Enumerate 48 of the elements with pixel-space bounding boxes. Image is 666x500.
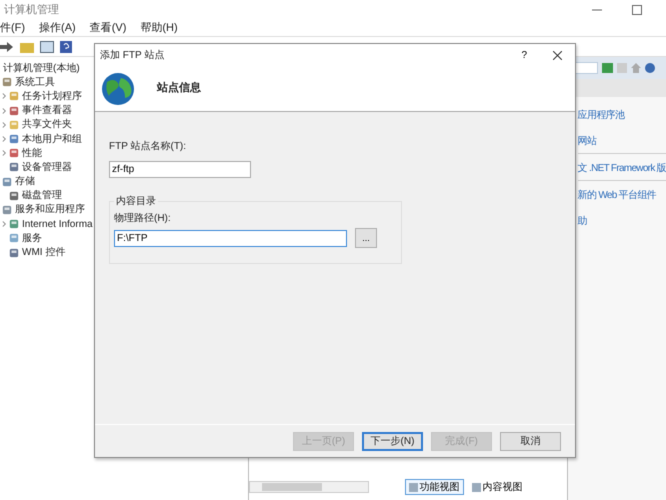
tree-item[interactable]: 计算机管理(本地) bbox=[3, 60, 80, 76]
tree-item[interactable]: 存储 bbox=[15, 174, 35, 190]
tree-item[interactable]: 服务 bbox=[22, 230, 42, 246]
physical-path-field[interactable]: F:\FTP bbox=[114, 230, 347, 246]
dialog-title: 添加 FTP 站点 bbox=[100, 48, 164, 62]
help-button[interactable]: ? bbox=[521, 48, 527, 62]
view-tab[interactable]: 内容视图 bbox=[468, 479, 527, 495]
section-heading: 站点信息 bbox=[157, 80, 201, 96]
wizard-button[interactable]: 取消 bbox=[500, 432, 561, 450]
tree-item[interactable]: 设备管理器 bbox=[22, 160, 72, 175]
action-link[interactable]: 网站 bbox=[578, 134, 596, 149]
field-label: 物理路径(H): bbox=[114, 212, 172, 226]
chevron-icon[interactable] bbox=[2, 120, 7, 129]
tree-item[interactable]: 本地用户和组 bbox=[22, 132, 82, 147]
tree-item[interactable]: Internet Informa bbox=[22, 216, 93, 232]
close-icon[interactable] bbox=[553, 50, 562, 60]
scrollbar[interactable] bbox=[249, 481, 370, 493]
tree-item[interactable]: WMI 控件 bbox=[22, 245, 66, 260]
maximize-icon[interactable] bbox=[632, 5, 642, 15]
tree-item[interactable]: 共享文件夹 bbox=[22, 117, 72, 132]
view-tab[interactable]: 功能视图 bbox=[404, 479, 464, 495]
window-icon[interactable] bbox=[40, 40, 54, 52]
field-label: FTP 站点名称(T): bbox=[109, 140, 188, 154]
tree-item[interactable]: 事件查看器 bbox=[22, 103, 72, 118]
tree-item[interactable]: 性能 bbox=[22, 146, 42, 161]
menu-item[interactable]: 件(F) bbox=[0, 20, 26, 36]
window-title: 计算机管理 bbox=[4, 2, 59, 18]
action-link[interactable]: 新的 Web 平台组件 bbox=[578, 188, 656, 203]
menu-item[interactable]: 操作(A) bbox=[39, 20, 76, 36]
chevron-icon[interactable] bbox=[2, 149, 7, 158]
browse-button[interactable]: ... bbox=[355, 228, 377, 248]
tree-item[interactable]: 系统工具 bbox=[15, 74, 55, 90]
chevron-icon[interactable] bbox=[2, 106, 7, 115]
action-link[interactable]: 应用程序池 bbox=[578, 108, 624, 123]
site-name-field[interactable]: zf-ftp bbox=[109, 161, 251, 178]
chevron-icon[interactable] bbox=[2, 92, 7, 100]
chevron-icon[interactable] bbox=[2, 220, 7, 228]
forward-arrow-icon[interactable] bbox=[0, 40, 14, 52]
action-link[interactable]: 文 .NET Framework 版 bbox=[578, 161, 666, 176]
action-link[interactable]: 助 bbox=[578, 214, 587, 229]
tree-item[interactable]: 任务计划程序 bbox=[22, 88, 82, 104]
tree-item[interactable]: 磁盘管理 bbox=[22, 188, 62, 204]
menu-item[interactable]: 查看(V) bbox=[90, 20, 126, 36]
chevron-icon[interactable] bbox=[2, 135, 7, 144]
wizard-button[interactable]: 下一步(N) bbox=[362, 432, 423, 450]
menu-item[interactable]: 帮助(H) bbox=[140, 20, 178, 36]
tree-item[interactable]: 服务和应用程序 bbox=[15, 202, 85, 218]
group-title: 内容目录 bbox=[115, 194, 157, 209]
